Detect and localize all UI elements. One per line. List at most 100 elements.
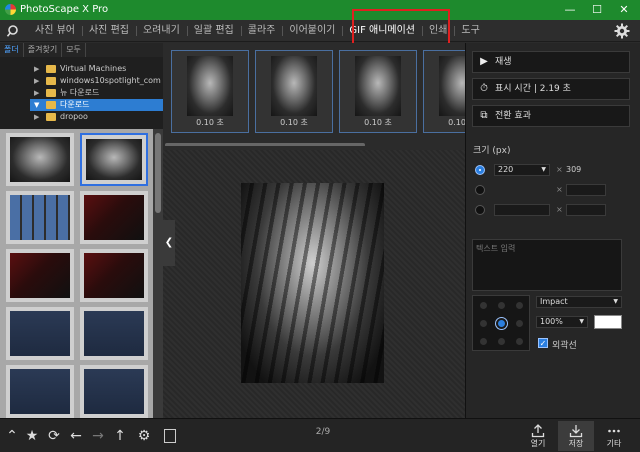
anchor-point[interactable] [516,320,523,327]
frame-image [271,56,317,116]
tab-collage[interactable]: 콜라주 [240,20,283,42]
thumbnail-selected[interactable] [80,133,148,186]
anchor-point[interactable] [516,338,523,345]
chevron-right-icon: ▶ [34,89,40,97]
preview-canvas: ❮ [163,150,465,418]
play-button[interactable]: ▶ 재생 [472,51,630,73]
size-field-disabled [566,204,606,216]
anchor-point[interactable] [480,338,487,345]
frame-item[interactable]: 0.10 초 [255,50,333,133]
outline-checkbox[interactable]: ✓ [538,338,548,348]
close-button[interactable]: ✕ [610,0,638,20]
open-label: 열기 [530,439,546,448]
tree-item-label: 뉴 다운로드 [60,88,100,97]
collapse-panel-button[interactable]: ❮ [163,220,175,266]
anchor-point[interactable] [516,302,523,309]
tab-batch[interactable]: 일괄 편집 [186,20,241,42]
anchor-point[interactable] [480,302,487,309]
text-color-swatch[interactable] [594,315,622,329]
tab-viewer[interactable]: 사진 뷰어 [28,20,82,42]
chevron-right-icon: ▶ [34,113,40,121]
upload-icon [531,424,545,438]
thumbnail[interactable] [80,249,148,302]
thumbnail-image [10,369,70,414]
frame-duration: 0.10 초 [196,118,224,127]
tree-item-label: windows10spotlight_com [60,76,161,85]
tab-all[interactable]: 모두 [62,43,86,57]
transition-label: 전환 효과 [495,111,531,121]
refresh-icon[interactable]: ⟳ [46,428,62,444]
play-icon: ▶ [480,56,488,67]
star-icon[interactable]: ★ [24,428,40,444]
settings-icon[interactable]: ⚙ [136,428,152,444]
maximize-button[interactable]: ☐ [583,0,611,20]
tab-print[interactable]: 인쇄 [422,20,454,42]
save-label: 저장 [568,439,584,448]
thumbnail[interactable] [6,133,74,186]
frame-item[interactable]: 0.10 초 [423,50,465,133]
menu-tabs: 사진 뷰어 사진 편집 오려내기 일괄 편집 콜라주 이어붙이기 GIF 애니메… [28,20,487,42]
browser-panel: 폴더 즐겨찾기 모두 ▶ Virtual Machines ▶ windows10s… [0,43,163,418]
download-icon [569,425,583,438]
tree-item-label: 다운로드 [60,100,90,109]
zoom-select[interactable]: 100% ▼ [536,316,588,328]
chevron-up-icon[interactable]: ⌃ [4,428,20,444]
thumbnail[interactable] [6,365,74,418]
text-anchor-grid [472,295,530,351]
width-select[interactable]: 220 ▼ [494,164,550,176]
tab-combine[interactable]: 이어붙이기 [282,20,342,42]
frame-item[interactable]: 0.10 초 [339,50,417,133]
gear-icon[interactable] [614,23,630,39]
back-arrow-icon[interactable]: ← [68,428,84,444]
folder-tree: ▶ Virtual Machines ▶ windows10spotlight_co… [0,57,163,131]
anchor-point-selected[interactable] [498,320,505,327]
thumbnail[interactable] [80,191,148,244]
chevron-right-icon: ▶ [34,77,40,85]
tab-editor[interactable]: 사진 편집 [81,20,136,42]
frame-duration: 0.10 초 [448,118,465,127]
title-bar: PhotoScape X Pro — ☐ ✕ [0,0,640,20]
display-time-button[interactable]: ⏱ 표시 시간 | 2.19 초 [472,78,630,100]
tree-item-dropoo[interactable]: ▶ dropoo [0,111,163,123]
tab-favorites[interactable]: 즐겨찾기 [24,43,63,57]
anchor-point[interactable] [498,302,505,309]
tab-cut-out[interactable]: 오려내기 [135,20,187,42]
open-button[interactable]: 열기 [520,421,556,451]
timer-icon: ⏱ [480,83,488,94]
thumbnail[interactable] [6,191,74,244]
tree-item-downloads[interactable]: ▼ 다운로드 [30,99,163,111]
thumbnail[interactable] [80,365,148,418]
anchor-point[interactable] [498,338,505,345]
thumbnail[interactable] [6,249,74,302]
forward-arrow-icon[interactable]: → [90,428,106,444]
thumbnail[interactable] [80,307,148,360]
frame-scrollbar[interactable] [165,143,365,146]
transition-button[interactable]: ⧉ 전환 효과 [472,105,630,127]
outline-label: 외곽선 [552,341,577,351]
tab-tools[interactable]: 도구 [454,20,486,42]
save-button[interactable]: 저장 [558,421,594,451]
text-input[interactable]: 텍스트 입력 [472,239,622,291]
frame-item[interactable]: 0.10 초 [171,50,249,133]
search-icon[interactable] [6,24,20,38]
size-option-3-radio[interactable] [475,205,485,215]
more-button[interactable]: 기타 [596,421,632,451]
up-arrow-icon[interactable]: ↑ [112,428,128,444]
tree-item-virtual-machines[interactable]: ▶ Virtual Machines [0,63,163,75]
thumbnail[interactable] [6,307,74,360]
size-option-2-radio[interactable] [475,185,485,195]
thumbnail-image [10,311,70,356]
tree-item-new-download[interactable]: ▶ 뉴 다운로드 [0,87,163,99]
tree-item-label: dropoo [60,112,88,121]
chevron-down-icon: ▼ [579,318,584,325]
tree-item-spotlight[interactable]: ▶ windows10spotlight_com [0,75,163,87]
anchor-point[interactable] [480,320,487,327]
tab-folders[interactable]: 폴더 [0,43,24,57]
panel-toggle-icon[interactable] [164,429,176,443]
minimize-button[interactable]: — [556,0,584,20]
font-select[interactable]: Impact ▼ [536,296,622,308]
thumbnail-scrollbar[interactable] [153,129,163,418]
scrollbar-thumb[interactable] [155,133,161,213]
size-option-custom-radio[interactable] [475,165,485,175]
tab-gif-animation[interactable]: GIF 애니메이션 [342,20,422,42]
